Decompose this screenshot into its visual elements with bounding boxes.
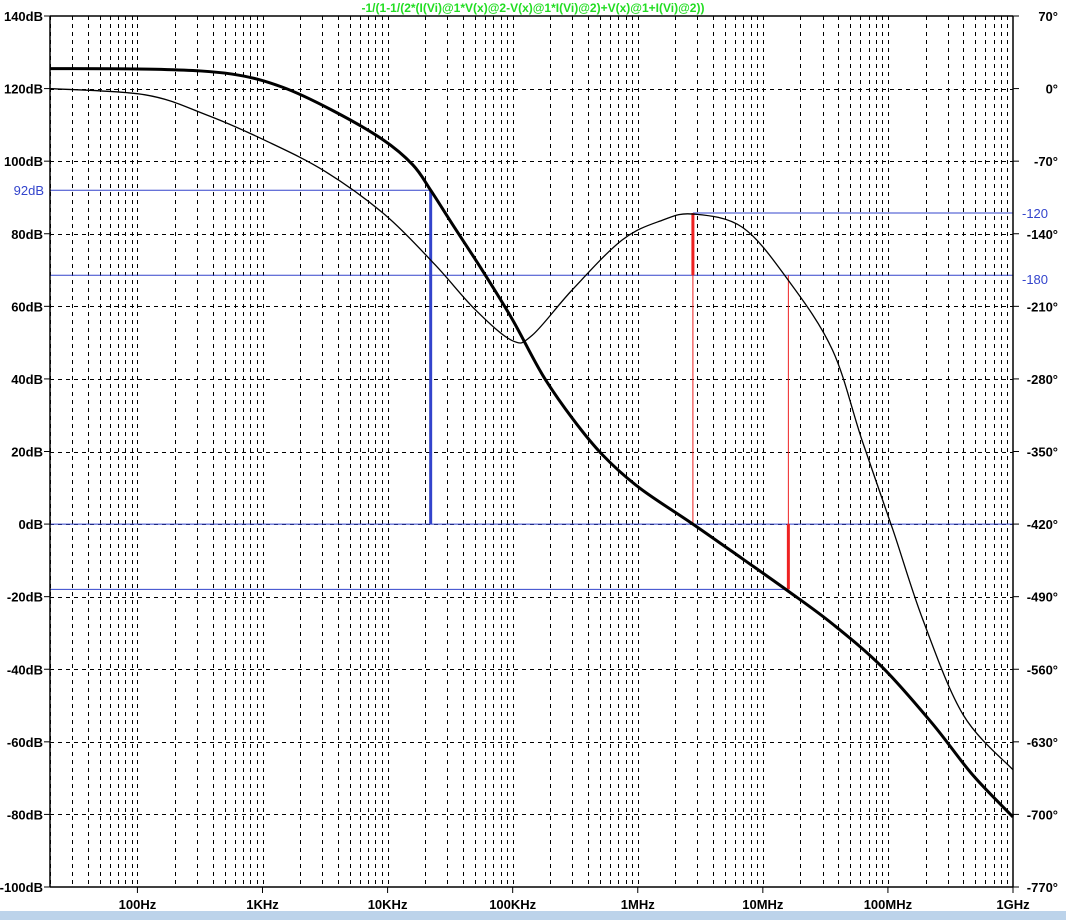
x-tick-label: 100MHz [864,897,913,911]
y-tick-label-left: 140dB [4,9,43,24]
y-tick-label-left: -20dB [7,590,43,605]
axes: 140dB 120dB 100dB 80dB 60dB 40dB 20dB 0dB -20dB -… [0,9,1058,911]
x-tick-label: 1KHz [246,897,279,911]
y-tick-label-left: -60dB [7,735,43,750]
trace-phase [49,87,1014,771]
x-tick-label: 10MHz [742,897,784,911]
y-tick-label-left: -100dB [0,880,43,895]
y-tick-label-right: 70° [1038,9,1058,24]
bode-plot: -1/(1-1/(2*(I(Vi)@1*V(x)@2-V(x)@1*I(Vi)@… [0,1,1058,911]
chart-title: -1/(1-1/(2*(I(Vi)@1*V(x)@2-V(x)@1*I(Vi)@… [362,1,705,15]
y-tick-label-left: 120dB [4,82,43,97]
y-tick-label-left: 0dB [18,517,43,532]
y-tick-label-left: -80dB [7,807,43,822]
y-tick-label-right: -770° [1027,880,1058,895]
grid [50,16,1013,887]
phase-cursor-label-2: -180 [1022,272,1048,287]
y-tick-label-left: 40dB [11,372,43,387]
y-tick-label-right: -280° [1027,372,1058,387]
x-tick-label: 1MHz [621,897,655,911]
y-tick-label-left: 20dB [11,445,43,460]
gain-cursor-label: 92dB [14,183,44,198]
y-tick-label-right: -700° [1027,807,1058,822]
y-tick-label-right: 0° [1046,82,1058,97]
traces [49,67,1015,818]
y-tick-label-left: 100dB [4,154,43,169]
phase-cursor-label-1: -120 [1022,206,1048,221]
y-tick-label-right: -140° [1027,227,1058,242]
y-tick-label-right: -490° [1027,590,1058,605]
y-tick-label-right: -630° [1027,735,1058,750]
status-bar [0,911,1066,920]
y-tick-label-right: -210° [1027,299,1058,314]
y-tick-label-left: 80dB [11,227,43,242]
x-tick-label: 100Hz [119,897,157,911]
x-tick-label: 10KHz [368,897,408,911]
cursors [50,189,1013,590]
y-tick-label-right: -560° [1027,662,1058,677]
y-tick-label-left: -40dB [7,662,43,677]
y-tick-label-right: -350° [1027,445,1058,460]
x-tick-label: 100KHz [489,897,536,911]
y-tick-label-right: -420° [1027,517,1058,532]
y-tick-label-right: -70° [1034,154,1058,169]
y-tick-label-left: 60dB [11,299,43,314]
x-tick-label: 1GHz [996,897,1030,911]
trace-magnitude [49,67,1015,818]
